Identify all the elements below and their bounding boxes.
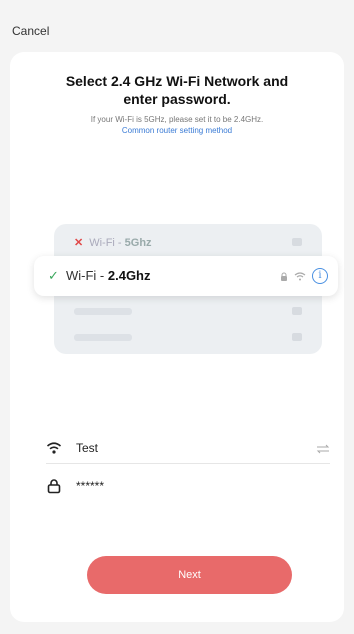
page-title: Select 2.4 GHz Wi-Fi Network and enter p… (65, 73, 289, 107)
wifi-24g-prefix: Wi-Fi - (66, 268, 108, 283)
x-mark-icon: ✕ (74, 237, 84, 249)
wifi-name-value: Test (76, 441, 99, 455)
wifi-5g-band: 5Ghz (124, 237, 152, 249)
wifi-5g-prefix: Wi-Fi - (89, 237, 125, 249)
lock-icon (47, 479, 61, 494)
placeholder-bar (74, 308, 132, 315)
next-button[interactable]: Next (87, 556, 292, 594)
wifi-name-field[interactable]: Test (46, 436, 330, 464)
field-divider (46, 463, 330, 464)
wifi-icon (46, 442, 62, 454)
check-icon: ✓ (48, 268, 59, 283)
password-field[interactable]: ****** (46, 474, 330, 502)
content-card: Select 2.4 GHz Wi-Fi Network and enter p… (10, 52, 344, 622)
wifi-signal-icon (294, 271, 306, 280)
wifi-24g-icons: i (280, 268, 328, 284)
password-value: ****** (76, 479, 105, 493)
lock-icon (281, 272, 287, 281)
placeholder-bar (74, 334, 132, 341)
network-icon-placeholder (292, 238, 302, 246)
network-icon-placeholder (292, 333, 302, 341)
wifi-5g-item: ✕ Wi-Fi - 5Ghz (74, 236, 152, 249)
router-setting-link[interactable]: Common router setting method (10, 126, 344, 135)
info-icon: i (312, 268, 328, 284)
wifi-24g-label: Wi-Fi - 2.4Ghz (66, 268, 151, 283)
instruction-text: If your Wi-Fi is 5GHz, please set it to … (90, 115, 264, 124)
network-icon-placeholder (292, 307, 302, 315)
wifi-24g-item: ✓ Wi-Fi - 2.4Ghz i (34, 256, 338, 296)
wifi-24g-band: 2.4Ghz (107, 268, 151, 283)
cancel-button[interactable]: Cancel (12, 24, 49, 38)
switch-network-icon[interactable] (316, 444, 330, 454)
